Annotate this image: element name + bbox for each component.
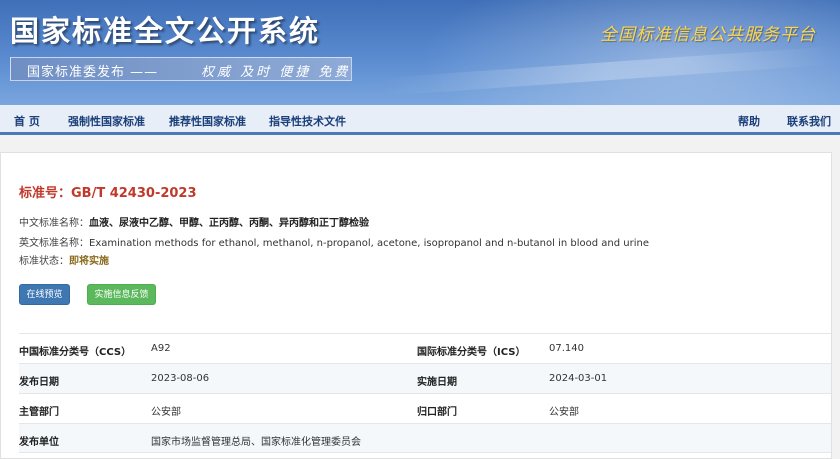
table-row: 发布日期 2023-08-06 实施日期 2024-03-01 xyxy=(19,363,831,393)
dept-value: 公安部 xyxy=(151,407,181,418)
belong-value: 公安部 xyxy=(549,407,579,418)
nav-mandatory-standards[interactable]: 强制性国家标准 xyxy=(68,113,145,129)
nav-contact[interactable]: 联系我们 xyxy=(787,113,831,129)
main-nav: 首 页 强制性国家标准 推荐性国家标准 指导性技术文件 帮助 联系我们 xyxy=(0,105,840,135)
ics-label: 国际标准分类号（ICS） xyxy=(417,347,526,358)
en-name-label: 英文标准名称： xyxy=(19,238,89,249)
slogan-main: 国家标准委发布 —— xyxy=(27,65,159,80)
ics-value: 07.140 xyxy=(549,343,584,354)
en-name-value: Examination methods for ethanol, methano… xyxy=(89,238,649,249)
en-name-line: 英文标准名称：Examination methods for ethanol, … xyxy=(19,234,649,249)
header-banner: 国家标准全文公开系统 国家标准委发布 —— 权威 及时 便捷 免费 全国标准信息… xyxy=(0,0,840,105)
nav-home[interactable]: 首 页 xyxy=(14,113,40,129)
issuer-value: 国家市场监督管理总局、国家标准化管理委员会 xyxy=(151,437,361,448)
cn-name-line: 中文标准名称：血液、尿液中乙醇、甲醇、正丙醇、丙酮、异丙醇和正丁醇检验 xyxy=(19,214,369,229)
nav-recommended-standards[interactable]: 推荐性国家标准 xyxy=(169,113,246,129)
platform-name: 全国标准信息公共服务平台 xyxy=(600,25,816,45)
pub-date-value: 2023-08-06 xyxy=(151,373,210,384)
online-preview-button[interactable]: 在线预览 xyxy=(19,284,70,305)
cn-name-value: 血液、尿液中乙醇、甲醇、正丙醇、丙酮、异丙醇和正丁醇检验 xyxy=(89,218,369,229)
cn-name-label: 中文标准名称： xyxy=(19,218,89,229)
site-title: 国家标准全文公开系统 xyxy=(10,14,321,48)
standard-detail-panel: 标准号：GB/T 42430-2023 中文标准名称：血液、尿液中乙醇、甲醇、正… xyxy=(0,152,832,459)
pub-date-label: 发布日期 xyxy=(19,377,59,388)
impl-date-label: 实施日期 xyxy=(417,377,457,388)
status-badge: 即将实施 xyxy=(69,256,109,267)
ccs-value: A92 xyxy=(151,343,171,354)
standard-number: 标准号：GB/T 42430-2023 xyxy=(19,186,197,201)
status-line: 标准状态：即将实施 xyxy=(19,252,109,267)
table-row: 中国标准分类号（CCS） A92 国际标准分类号（ICS） 07.140 xyxy=(19,333,831,363)
slogan-tail: 权威 及时 便捷 免费 xyxy=(201,65,351,80)
status-label: 标准状态： xyxy=(19,256,69,267)
detail-table: 中国标准分类号（CCS） A92 国际标准分类号（ICS） 07.140 发布日… xyxy=(19,333,831,453)
table-row: 主管部门 公安部 归口部门 公安部 xyxy=(19,393,831,423)
table-row: 发布单位 国家市场监督管理总局、国家标准化管理委员会 xyxy=(19,423,831,453)
dept-label: 主管部门 xyxy=(19,407,59,418)
issuer-label: 发布单位 xyxy=(19,437,59,448)
nav-guidance-documents[interactable]: 指导性技术文件 xyxy=(269,113,346,129)
ccs-label: 中国标准分类号（CCS） xyxy=(19,347,132,358)
nav-help[interactable]: 帮助 xyxy=(738,113,760,129)
impl-date-value: 2024-03-01 xyxy=(549,373,608,384)
slogan-box: 国家标准委发布 —— 权威 及时 便捷 免费 xyxy=(10,57,352,81)
belong-label: 归口部门 xyxy=(417,407,457,418)
feedback-button[interactable]: 实施信息反馈 xyxy=(87,284,156,305)
